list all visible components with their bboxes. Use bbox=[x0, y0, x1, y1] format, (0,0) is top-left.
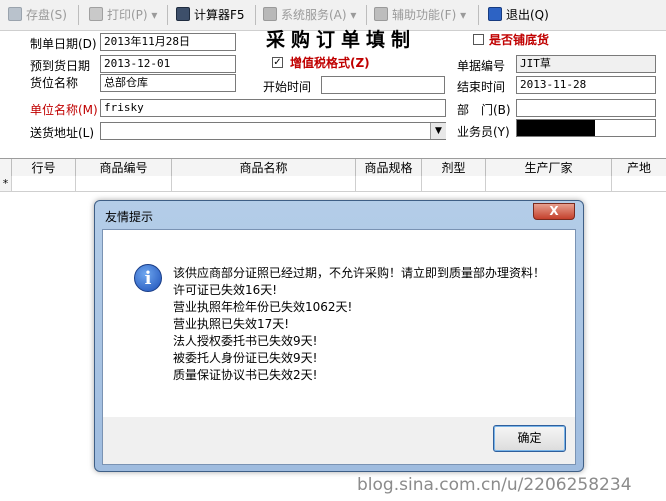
expected-arrival-field[interactable]: 2013-12-01 bbox=[100, 55, 236, 73]
department-field[interactable] bbox=[516, 99, 656, 117]
vat-checkbox[interactable]: ✓ bbox=[272, 57, 283, 68]
dialog-message-line: 该供应商部分证照已经过期，不允许采购！请立即到质量部办理资料！ bbox=[173, 266, 546, 280]
warehouse-label: 货位名称 bbox=[30, 76, 79, 90]
tools-icon bbox=[374, 7, 388, 21]
warehouse-field[interactable]: 总部仓库 bbox=[100, 74, 236, 92]
close-icon: X bbox=[549, 204, 559, 218]
order-date-field[interactable]: 2013年11月28日 bbox=[100, 33, 236, 51]
printer-icon bbox=[89, 7, 103, 21]
unit-name-label: 单位名称(M) bbox=[30, 103, 98, 117]
dialog-message-line: 质量保证协议书已失效2天! bbox=[173, 368, 318, 382]
calculator-icon bbox=[176, 7, 190, 21]
column-header[interactable]: 商品编号 bbox=[76, 159, 172, 177]
column-header[interactable]: 商品名称 bbox=[172, 159, 356, 177]
column-header[interactable]: 生产厂家 bbox=[486, 159, 612, 177]
toolbar-separator bbox=[366, 5, 367, 25]
new-row-marker: * bbox=[0, 176, 12, 191]
table-cell[interactable] bbox=[76, 176, 172, 191]
start-time-field[interactable] bbox=[321, 76, 445, 94]
row-indicator-header bbox=[0, 159, 12, 177]
salesman-label: 业务员(Y) bbox=[457, 125, 510, 139]
dropdown-arrow-icon[interactable]: ▼ bbox=[430, 123, 446, 139]
page-title: 采购订单填制 bbox=[266, 29, 417, 51]
department-label: 部 门(B) bbox=[457, 103, 511, 117]
save-icon bbox=[8, 7, 22, 21]
dialog-message-line: 许可证已失效16天! bbox=[173, 283, 278, 297]
bottom-stock-checkbox[interactable] bbox=[473, 34, 484, 45]
warning-dialog: 友情提示 X i 该供应商部分证照已经过期，不允许采购！请立即到质量部办理资料！… bbox=[94, 200, 584, 472]
delivery-address-select[interactable] bbox=[100, 122, 446, 140]
dialog-message-line: 营业执照已失效17天! bbox=[173, 317, 290, 331]
column-header[interactable]: 产地 bbox=[612, 159, 666, 177]
chevron-down-icon: ▾ bbox=[456, 8, 467, 22]
unit-name-field[interactable]: frisky bbox=[100, 99, 446, 117]
dialog-message-line: 被委托人身份证已失效9天! bbox=[173, 351, 318, 365]
exit-icon bbox=[488, 7, 502, 21]
close-button[interactable]: X bbox=[533, 203, 575, 220]
toolbar-separator bbox=[167, 5, 168, 25]
info-icon: i bbox=[134, 264, 162, 292]
toolbar-separator bbox=[255, 5, 256, 25]
calculator-button[interactable]: 计算器F5 bbox=[176, 5, 245, 25]
dialog-message-line: 营业执照年检年份已失效1062天! bbox=[173, 300, 353, 314]
table-cell[interactable] bbox=[612, 176, 666, 191]
column-header[interactable]: 商品规格 bbox=[356, 159, 422, 177]
column-header[interactable]: 剂型 bbox=[422, 159, 486, 177]
save-button[interactable]: 存盘(S) bbox=[8, 5, 67, 25]
start-time-label: 开始时间 bbox=[263, 80, 312, 94]
table-cell[interactable] bbox=[172, 176, 356, 191]
delivery-address-label: 送货地址(L) bbox=[30, 126, 95, 140]
table-cell[interactable] bbox=[12, 176, 76, 191]
print-button[interactable]: 打印(P) ▾ bbox=[89, 5, 157, 25]
system-icon bbox=[263, 7, 277, 21]
table-cell[interactable] bbox=[356, 176, 422, 191]
system-service-menu[interactable]: 系统服务(A) ▾ bbox=[263, 5, 356, 25]
order-date-label: 制单日期(D) bbox=[30, 37, 97, 51]
toolbar-separator bbox=[78, 5, 79, 25]
exit-button[interactable]: 退出(Q) bbox=[488, 5, 549, 25]
expected-arrival-label: 预到货日期 bbox=[30, 59, 91, 73]
chevron-down-icon: ▾ bbox=[147, 8, 158, 22]
watermark: blog.sina.com.cn/u/2206258234 bbox=[357, 475, 632, 495]
chevron-down-icon: ▾ bbox=[346, 8, 357, 22]
bottom-stock-label: 是否铺底货 bbox=[489, 33, 550, 47]
grid-header: 行号 商品编号 商品名称 商品规格 剂型 生产厂家 产地 bbox=[0, 158, 666, 178]
dialog-message-line: 法人授权委托书已失效9天! bbox=[173, 334, 318, 348]
column-header[interactable]: 行号 bbox=[12, 159, 76, 177]
redacted-block bbox=[517, 120, 595, 136]
toolbar-separator bbox=[478, 5, 479, 25]
ok-button[interactable]: 确定 bbox=[493, 425, 566, 452]
vat-format-label: 增值税格式(Z) bbox=[290, 56, 370, 70]
end-time-field[interactable]: 2013-11-28 bbox=[516, 76, 656, 94]
table-cell[interactable] bbox=[422, 176, 486, 191]
doc-number-field: JIT草 bbox=[516, 55, 656, 73]
table-cell[interactable] bbox=[486, 176, 612, 191]
table-row[interactable]: * bbox=[0, 176, 666, 192]
doc-number-label: 单据编号 bbox=[457, 59, 506, 73]
dialog-message-area: i 该供应商部分证照已经过期，不允许采购！请立即到质量部办理资料！ 许可证已失效… bbox=[103, 230, 575, 417]
dialog-body: i 该供应商部分证照已经过期，不允许采购！请立即到质量部办理资料！ 许可证已失效… bbox=[102, 229, 576, 465]
dialog-title: 友情提示 bbox=[105, 210, 154, 224]
aux-function-menu[interactable]: 辅助功能(F) ▾ bbox=[374, 5, 466, 25]
end-time-label: 结束时间 bbox=[457, 80, 506, 94]
